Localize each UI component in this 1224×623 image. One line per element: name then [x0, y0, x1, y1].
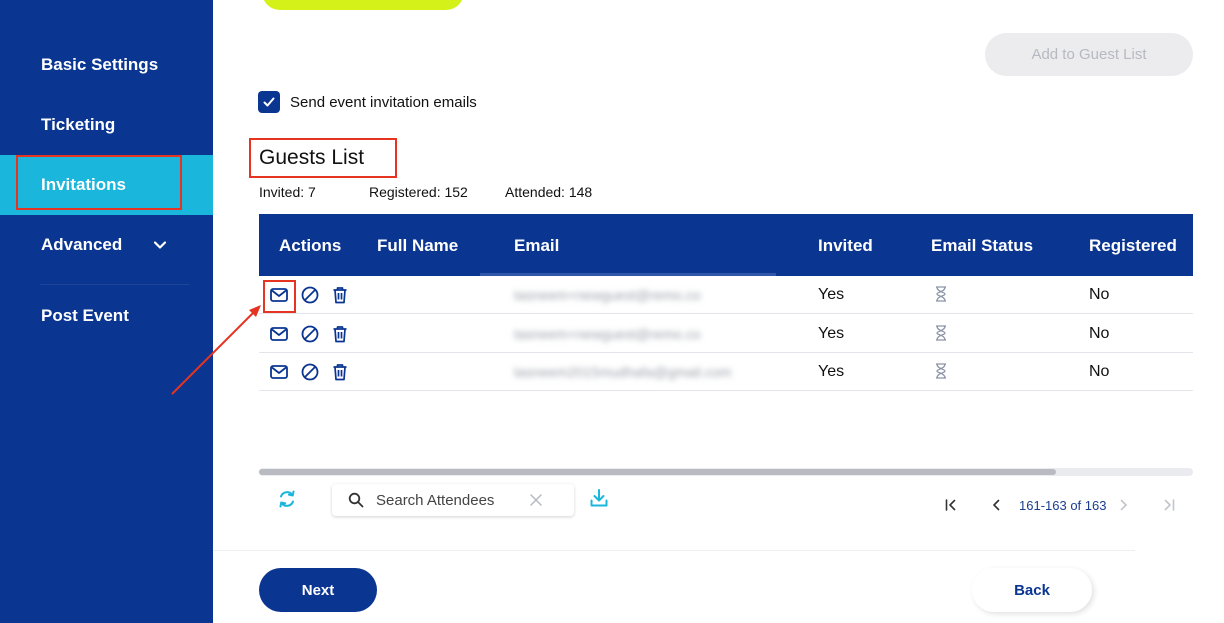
first-page-icon[interactable]	[943, 497, 959, 513]
download-icon[interactable]	[588, 487, 610, 509]
pagination-range: 161-163 of 163	[1019, 498, 1107, 513]
sidebar-item-advanced[interactable]: Advanced	[0, 215, 213, 275]
search-attendees-box	[332, 484, 574, 516]
next-button[interactable]: Next	[259, 568, 377, 612]
column-header-full-name[interactable]: Full Name	[377, 236, 458, 256]
registered-cell: No	[1089, 363, 1110, 380]
last-page-icon[interactable]	[1161, 497, 1177, 513]
sidebar-item-label: Basic Settings	[41, 55, 159, 74]
invited-count: Invited: 7	[259, 184, 316, 200]
email-cell: tasneem+newguest@remo.co	[514, 287, 701, 303]
sidebar: Basic Settings Ticketing Invitations Adv…	[0, 0, 213, 623]
mail-icon[interactable]	[269, 285, 289, 305]
mail-icon[interactable]	[269, 324, 289, 344]
search-icon	[348, 492, 364, 508]
back-button[interactable]: Back	[972, 568, 1092, 612]
invited-cell: Yes	[818, 286, 845, 303]
sidebar-divider	[40, 284, 190, 285]
column-header-email[interactable]: Email	[514, 236, 559, 256]
email-cell: tasneem2015mudhafa@gmail.com	[514, 364, 732, 380]
sidebar-item-label: Ticketing	[41, 115, 116, 134]
block-icon[interactable]	[300, 362, 320, 382]
registered-cell: No	[1089, 325, 1110, 342]
invited-cell: Yes	[818, 325, 845, 342]
add-to-guest-list-button[interactable]: Add to Guest List	[985, 33, 1193, 76]
column-header-invited[interactable]: Invited	[818, 236, 873, 256]
search-attendees-input[interactable]	[376, 490, 536, 510]
horizontal-scrollbar-thumb[interactable]	[259, 469, 1056, 475]
sidebar-item-label: Advanced	[41, 235, 123, 254]
attended-count: Attended: 148	[505, 184, 593, 200]
sidebar-item-ticketing[interactable]: Ticketing	[0, 95, 213, 155]
mail-icon[interactable]	[269, 362, 289, 382]
send-invitation-label: Send event invitation emails	[290, 94, 477, 111]
sidebar-item-post-event[interactable]: Post Event	[0, 286, 213, 346]
sidebar-item-label: Post Event	[41, 306, 129, 325]
column-header-registered[interactable]: Registered	[1089, 236, 1177, 256]
table-row: tasneem+newguest@remo.co Yes No	[259, 315, 1193, 353]
email-cell: tasneem+newguest@remo.co	[514, 326, 701, 342]
block-icon[interactable]	[300, 285, 320, 305]
trash-icon[interactable]	[330, 324, 350, 344]
sidebar-item-label: Invitations	[41, 175, 127, 194]
column-header-email-status[interactable]: Email Status	[931, 236, 1033, 256]
hourglass-icon	[936, 325, 946, 341]
primary-action-button[interactable]	[262, 0, 464, 10]
footer-divider	[213, 550, 1135, 551]
hourglass-icon	[936, 363, 946, 379]
sidebar-item-basic-settings[interactable]: Basic Settings	[0, 35, 213, 95]
chevron-down-icon	[153, 241, 167, 249]
previous-page-icon[interactable]	[988, 497, 1004, 513]
refresh-icon[interactable]	[276, 488, 298, 510]
table-header: Actions Full Name Email Invited Email St…	[259, 214, 1193, 276]
trash-icon[interactable]	[330, 362, 350, 382]
column-header-actions[interactable]: Actions	[279, 236, 341, 256]
hourglass-icon	[936, 286, 946, 302]
sidebar-item-invitations[interactable]: Invitations	[0, 155, 213, 215]
table-row: tasneem2015mudhafa@gmail.com Yes No	[259, 353, 1193, 391]
invited-cell: Yes	[818, 363, 845, 380]
trash-icon[interactable]	[330, 285, 350, 305]
table-row: tasneem+newguest@remo.co Yes No	[259, 276, 1193, 314]
checkmark-icon	[263, 97, 275, 107]
clear-search-icon[interactable]	[529, 493, 543, 507]
block-icon[interactable]	[300, 324, 320, 344]
next-page-icon[interactable]	[1116, 497, 1132, 513]
registered-cell: No	[1089, 286, 1110, 303]
guests-list-title: Guests List	[259, 146, 365, 169]
send-invitation-checkbox[interactable]	[258, 91, 280, 113]
registered-count: Registered: 152	[369, 184, 468, 200]
